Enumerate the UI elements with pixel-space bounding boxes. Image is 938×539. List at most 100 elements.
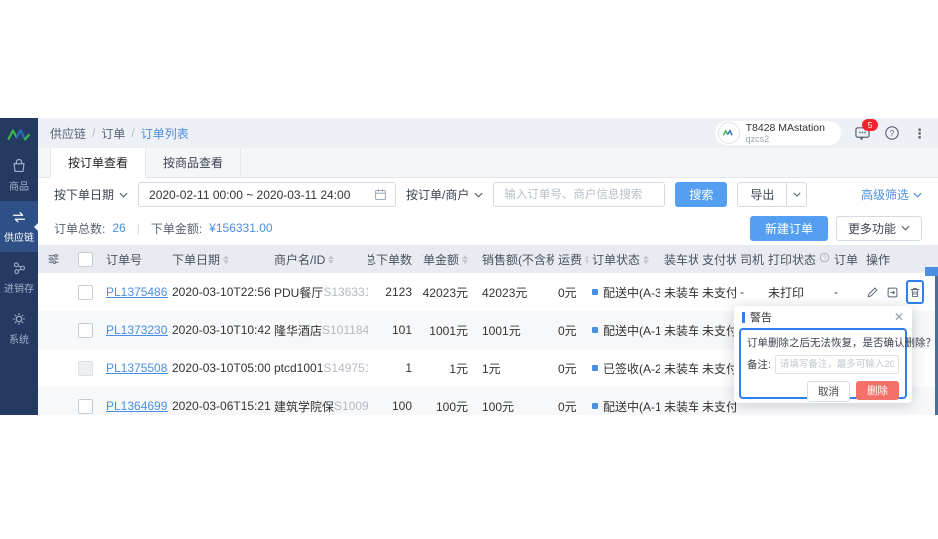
column-header-label: 销售额(不含税、运) [482, 251, 554, 268]
order-id-link[interactable]: PL13755084 [106, 361, 168, 375]
delete-icon-highlight [906, 280, 924, 304]
dialog-close-icon[interactable]: ✕ [894, 311, 904, 323]
breadcrumb-item[interactable]: 供应链 [50, 125, 86, 142]
status-dot [592, 327, 598, 333]
dialog-message: 订单删除之后无法恢复，是否确认删除？ [747, 335, 899, 350]
sort-icon[interactable] [328, 255, 334, 264]
breadcrumb: 供应链 / 订单 / 订单列表 [50, 125, 189, 142]
breadcrumb-item[interactable]: 订单 [101, 125, 125, 142]
column-header-order-amount[interactable]: 下单金额 [422, 251, 478, 268]
order-id-cell: PL13646991 [102, 399, 168, 413]
breadcrumb-separator: / [92, 126, 95, 140]
order-id-link[interactable]: PL13646991 [106, 399, 168, 413]
breadcrumb-item[interactable]: 订单列表 [141, 125, 189, 142]
column-header-label: 运费 [558, 251, 582, 268]
row-checkbox [78, 361, 93, 376]
column-header-merchant[interactable]: 商户名/ID [270, 251, 368, 268]
date-range-input[interactable] [138, 182, 396, 207]
merchant-cell: PDU餐厅S136331 [270, 284, 368, 301]
sales-amount-cell: 1元 [478, 360, 554, 377]
export-button-group: 导出 [737, 182, 807, 207]
breadcrumb-separator: / [131, 126, 134, 140]
load-status-cell: 未装车 [660, 398, 698, 415]
edit-icon[interactable] [866, 286, 879, 299]
keyword-field-select[interactable]: 按订单/商户 [406, 186, 483, 203]
tab-product-view[interactable]: 按商品查看 [146, 148, 241, 177]
more-menu-icon[interactable]: ⋮ [913, 127, 926, 140]
help-circle-icon[interactable]: ? [816, 252, 830, 266]
sidebar-item-system[interactable]: 系统 [0, 303, 38, 354]
sort-icon[interactable] [223, 255, 229, 264]
copy-icon[interactable] [886, 286, 899, 299]
column-header-label: 订单 [834, 251, 858, 268]
date-range-value[interactable] [147, 187, 366, 203]
merchant-cell: 隆华酒店S101184 [270, 322, 368, 339]
export-caret-button[interactable] [787, 182, 807, 207]
help-icon[interactable]: ? [884, 125, 900, 141]
calendar-icon [374, 188, 387, 201]
keyword-input[interactable] [502, 188, 656, 202]
view-tabs: 按订单查看按商品查看 [38, 148, 938, 178]
note-label: 备注: [747, 357, 771, 372]
column-header-label: 下单金额 [422, 251, 459, 268]
load-status-cell: 未装车 [660, 322, 698, 339]
svg-text:?: ? [890, 129, 895, 138]
column-settings-icon[interactable] [38, 253, 68, 265]
column-header-print-status: 打印状态? [764, 251, 830, 268]
new-order-button[interactable]: 新建订单 [750, 216, 828, 241]
column-header-order-status[interactable]: 订单状态 [588, 251, 660, 268]
column-header-label: 装车状态 [664, 251, 698, 268]
merchant-id: S100901 [334, 399, 368, 413]
column-header-pay-status: 支付状态 [698, 251, 736, 268]
order-status-text: 配送中(A-1-1) [603, 398, 660, 415]
delete-button[interactable]: 删除 [856, 381, 899, 400]
sort-icon[interactable] [462, 255, 468, 264]
column-header-order-id: 订单号 [102, 251, 168, 268]
order-status-text: 配送中(A-1-1) [603, 322, 660, 339]
freight-cell: 0元 [554, 398, 588, 415]
merchant-id: S136331 [323, 285, 368, 299]
sort-icon[interactable] [643, 255, 649, 264]
order-date-cell: 2020-03-10T05:00:00 [168, 361, 270, 375]
column-header-label: 下单日期 [172, 251, 220, 268]
delete-icon[interactable] [909, 286, 921, 299]
row-checkbox[interactable] [78, 323, 93, 338]
sidebar-item-inventory[interactable]: 进销存 [0, 252, 38, 303]
status-dot [592, 289, 598, 295]
column-header-freight[interactable]: 运费 [554, 251, 588, 268]
sidebar-item-goods[interactable]: 商品 [0, 150, 38, 201]
topbar-right: T8428 MAstation qzcs2 5 ? [715, 121, 926, 145]
pay-status-cell: 未支付 [698, 322, 736, 339]
column-header-sales-amount: 销售额(不含税、运) [478, 251, 554, 268]
user-subtitle: qzcs2 [746, 134, 825, 144]
cancel-button[interactable]: 取消 [807, 381, 850, 402]
app-logo-icon[interactable] [0, 118, 38, 150]
select-all-checkbox-cell [68, 252, 102, 267]
pay-status-cell: 未支付 [698, 360, 736, 377]
messages-icon[interactable]: 5 [854, 125, 871, 141]
order-id-cell: PL13732306 [102, 323, 168, 337]
dialog-highlight-box: 订单删除之后无法恢复，是否确认删除？ 备注: 取消 删除 [739, 328, 907, 399]
user-pill[interactable]: T8428 MAstation qzcs2 [715, 121, 841, 145]
topbar: 供应链 / 订单 / 订单列表 T8428 MAstation qzcs2 [38, 118, 938, 148]
advanced-filter-link[interactable]: 高级筛选 [861, 186, 922, 203]
column-header-total-qty: 总下单数 [368, 251, 422, 268]
note-input[interactable] [775, 355, 899, 374]
supply-chain-icon [10, 208, 28, 226]
order-id-link[interactable]: PL13732306 [106, 323, 168, 337]
column-header-order-date[interactable]: 下单日期 [168, 251, 270, 268]
row-checkbox[interactable] [78, 399, 93, 414]
order-id-cell: PL13755084 [102, 361, 168, 375]
sidebar-item-label: 供应链 [4, 229, 34, 244]
row-checkbox[interactable] [78, 285, 93, 300]
load-status-cell: 未装车 [660, 360, 698, 377]
date-field-select[interactable]: 按下单日期 [54, 186, 128, 203]
column-header-label: 总下单数 [368, 251, 412, 268]
search-button[interactable]: 搜索 [675, 182, 727, 207]
more-functions-button[interactable]: 更多功能 [836, 216, 922, 241]
export-button[interactable]: 导出 [737, 182, 787, 207]
tab-order-view[interactable]: 按订单查看 [50, 148, 146, 178]
select-all-checkbox[interactable] [78, 252, 93, 267]
order-id-link[interactable]: PL13754860 [106, 285, 168, 299]
sidebar-item-supply-chain[interactable]: 供应链 [0, 201, 38, 252]
